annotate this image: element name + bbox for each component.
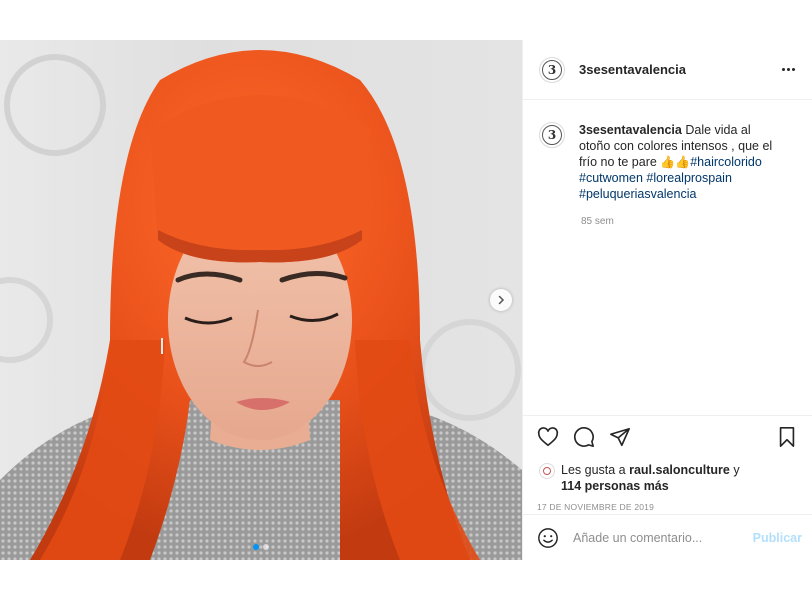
publish-button[interactable]: Publicar	[753, 531, 802, 545]
likes-connector: y	[729, 463, 740, 477]
post-side-panel: 3 3sesentavalencia 3 3sesentavalencia Da…	[522, 40, 812, 560]
hashtag-link[interactable]: #haircolorido	[690, 155, 762, 169]
caption-avatar[interactable]: 3	[539, 122, 565, 148]
add-comment-form: Publicar	[523, 514, 812, 560]
carousel-dot	[263, 544, 269, 550]
caption-time-ago: 85 sem	[581, 216, 614, 227]
avatar-logo: 3	[542, 125, 562, 145]
likes-others-link[interactable]: 114 personas más	[561, 479, 669, 493]
thumbs-up-emoji: 👍	[675, 155, 691, 169]
liker-username[interactable]: raul.salonculture	[629, 463, 730, 477]
likes-prefix: Les gusta a	[561, 463, 630, 477]
carousel-indicator	[0, 544, 522, 550]
hashtag-link[interactable]: #cutwomen	[579, 171, 643, 185]
post-actions: Les gusta a raul.salonculture y 114 pers…	[523, 415, 812, 512]
more-options-icon[interactable]	[776, 58, 800, 82]
emoji-picker-button[interactable]	[535, 525, 561, 551]
comment-icon	[574, 427, 594, 447]
post-dialog: 3 3sesentavalencia 3 3sesentavalencia Da…	[0, 40, 812, 560]
likes-summary: Les gusta a raul.salonculture y 114 pers…	[535, 462, 800, 494]
hashtag-link[interactable]: #lorealprospain	[646, 171, 731, 185]
avatar[interactable]: 3	[539, 56, 565, 83]
heart-icon	[537, 427, 559, 447]
paper-plane-icon	[610, 427, 630, 447]
caption: 3 3sesentavalencia Dale vida al otoño co…	[539, 122, 796, 202]
woman-red-hair-photo	[0, 50, 522, 560]
liker-avatar[interactable]	[539, 463, 555, 479]
comment-input[interactable]	[573, 530, 753, 545]
caption-text: 3sesentavalencia Dale vida al otoño con …	[579, 122, 784, 202]
smiley-icon	[538, 527, 558, 548]
next-photo-button[interactable]	[490, 289, 512, 311]
comments-section: 3 3sesentavalencia Dale vida al otoño co…	[523, 100, 812, 415]
chevron-right-icon	[498, 295, 505, 305]
avatar-logo: 3	[542, 59, 562, 80]
likes-text: Les gusta a raul.salonculture y 114 pers…	[561, 462, 740, 494]
save-button[interactable]	[774, 424, 800, 450]
caption-username[interactable]: 3sesentavalencia	[579, 123, 682, 137]
like-button[interactable]	[535, 424, 561, 450]
post-photo[interactable]	[0, 40, 522, 560]
bookmark-icon	[779, 427, 795, 447]
post-date[interactable]: 17 DE NOVIEMBRE DE 2019	[535, 502, 800, 512]
carousel-dot-active	[253, 544, 259, 550]
comment-button[interactable]	[571, 424, 597, 450]
action-icons	[535, 424, 800, 450]
header-username[interactable]: 3sesentavalencia	[579, 62, 776, 77]
hashtag-link[interactable]: #peluqueriasvalencia	[579, 187, 696, 201]
thumbs-up-emoji: 👍	[660, 155, 676, 169]
share-button[interactable]	[607, 424, 633, 450]
post-header: 3 3sesentavalencia	[523, 40, 812, 100]
